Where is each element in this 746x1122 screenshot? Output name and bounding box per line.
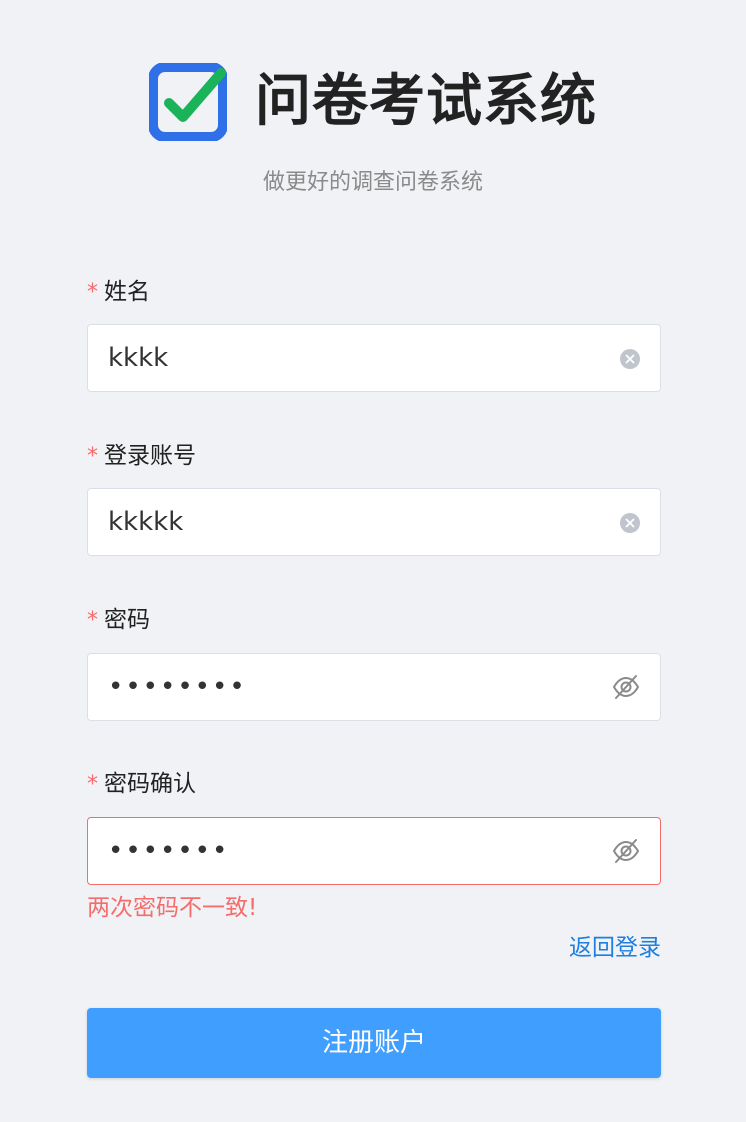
- account-label-text: 登录账号: [104, 443, 196, 469]
- clear-icon[interactable]: [620, 349, 640, 369]
- eye-hidden-icon[interactable]: [612, 837, 640, 865]
- password-label-text: 密码: [104, 607, 150, 633]
- required-mark: *: [87, 772, 98, 797]
- clear-icon[interactable]: [620, 513, 640, 533]
- eye-hidden-icon[interactable]: [612, 673, 640, 701]
- app-subtitle: 做更好的调查问卷系统: [262, 170, 483, 195]
- account-input-value[interactable]: kkkkk: [108, 489, 183, 555]
- app-title: 问卷考试系统: [255, 69, 597, 134]
- password-label: * 密码: [87, 602, 150, 638]
- required-mark: *: [87, 608, 98, 633]
- register-button[interactable]: 注册账户: [87, 1008, 661, 1078]
- confirm-password-error: 两次密码不一致!: [87, 895, 258, 921]
- name-label-text: 姓名: [104, 279, 150, 305]
- confirm-password-input-value[interactable]: •••••••: [108, 818, 229, 884]
- name-input[interactable]: kkkk: [87, 324, 661, 392]
- confirm-password-input[interactable]: •••••••: [87, 817, 661, 885]
- required-mark: *: [87, 444, 98, 469]
- password-input[interactable]: ••••••••: [87, 653, 661, 721]
- confirm-password-label: * 密码确认: [87, 766, 196, 802]
- required-mark: *: [87, 280, 98, 305]
- confirm-password-label-text: 密码确认: [104, 771, 196, 797]
- account-input[interactable]: kkkkk: [87, 488, 661, 556]
- back-to-login-link[interactable]: 返回登录: [569, 932, 661, 964]
- brand-header: 问卷考试系统: [0, 62, 746, 142]
- name-label: * 姓名: [87, 274, 150, 310]
- account-label: * 登录账号: [87, 438, 196, 474]
- name-input-value[interactable]: kkkk: [108, 325, 168, 391]
- checkbox-check-icon: [149, 63, 227, 141]
- password-input-value[interactable]: ••••••••: [108, 654, 247, 720]
